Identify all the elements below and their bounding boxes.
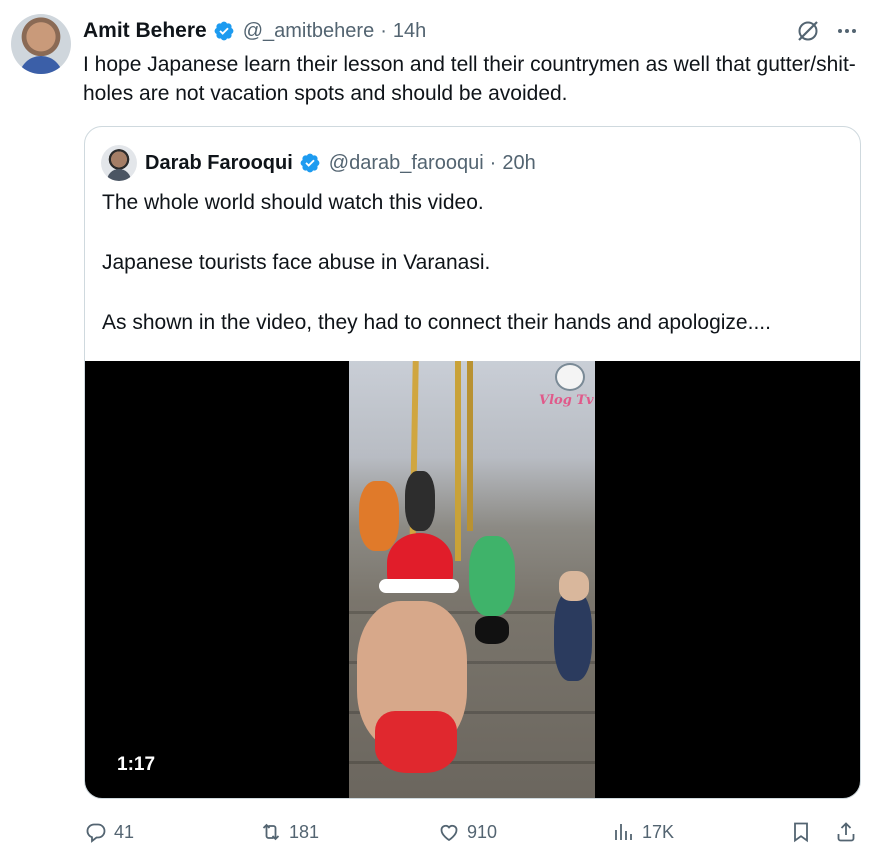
author-name[interactable]: Amit Behere bbox=[83, 19, 207, 43]
video-watermark: Vlog Tv bbox=[539, 393, 594, 408]
avatar[interactable] bbox=[11, 14, 71, 74]
views-icon bbox=[615, 824, 632, 840]
reply-count: 41 bbox=[114, 821, 135, 842]
author-handle[interactable]: @_amitbehere bbox=[243, 20, 374, 43]
tweet[interactable]: Amit Behere @_amitbehere · 14h I hope Ja… bbox=[0, 0, 894, 864]
quote-header: Darab Farooqui @darab_farooqui · 20h bbox=[145, 148, 536, 178]
timestamp[interactable]: 14h bbox=[393, 20, 426, 43]
verified-badge-icon bbox=[214, 21, 234, 41]
tweet-header: Amit Behere @_amitbehere · 14h bbox=[83, 16, 426, 46]
quote-text: The whole world should watch this video.… bbox=[102, 188, 852, 368]
vlog-tv-logo bbox=[555, 363, 585, 391]
reply-icon bbox=[86, 823, 106, 843]
share-button[interactable] bbox=[834, 814, 858, 850]
quoted-tweet[interactable]: Darab Farooqui @darab_farooqui · 20h The… bbox=[84, 126, 861, 799]
repost-icon bbox=[262, 823, 280, 841]
bookmark-button[interactable] bbox=[789, 814, 813, 850]
like-icon bbox=[440, 824, 458, 842]
views-count: 17K bbox=[642, 821, 675, 842]
video-frame: Vlog Tv bbox=[349, 361, 595, 798]
action-bar: 41 181 910 17K bbox=[0, 814, 894, 850]
verified-badge-icon bbox=[300, 153, 320, 173]
more-icon[interactable] bbox=[834, 20, 860, 42]
video-player[interactable]: Vlog Tv 1:17 bbox=[85, 361, 860, 798]
separator: · bbox=[489, 151, 497, 174]
quote-paragraph: As shown in the video, they had to conne… bbox=[102, 311, 771, 334]
like-count: 910 bbox=[467, 821, 498, 842]
video-duration: 1:17 bbox=[115, 754, 158, 776]
quote-author-handle[interactable]: @darab_farooqui bbox=[329, 152, 484, 175]
quote-paragraph: Japanese tourists face abuse in Varanasi… bbox=[102, 251, 491, 274]
quote-avatar[interactable] bbox=[101, 145, 137, 181]
quote-author-name[interactable]: Darab Farooqui bbox=[145, 152, 293, 175]
separator: · bbox=[380, 19, 387, 42]
repost-button[interactable]: 181 bbox=[259, 814, 319, 850]
share-icon bbox=[837, 822, 855, 842]
grok-icon[interactable] bbox=[795, 18, 821, 44]
reply-button[interactable]: 41 bbox=[84, 814, 134, 850]
repost-count: 181 bbox=[289, 821, 320, 842]
tweet-text: I hope Japanese learn their lesson and t… bbox=[83, 53, 856, 105]
bookmark-icon bbox=[794, 822, 808, 843]
like-button[interactable]: 910 bbox=[437, 814, 497, 850]
views-button[interactable]: 17K bbox=[612, 814, 674, 850]
quote-paragraph: The whole world should watch this video. bbox=[102, 191, 484, 214]
quote-timestamp[interactable]: 20h bbox=[502, 152, 535, 175]
